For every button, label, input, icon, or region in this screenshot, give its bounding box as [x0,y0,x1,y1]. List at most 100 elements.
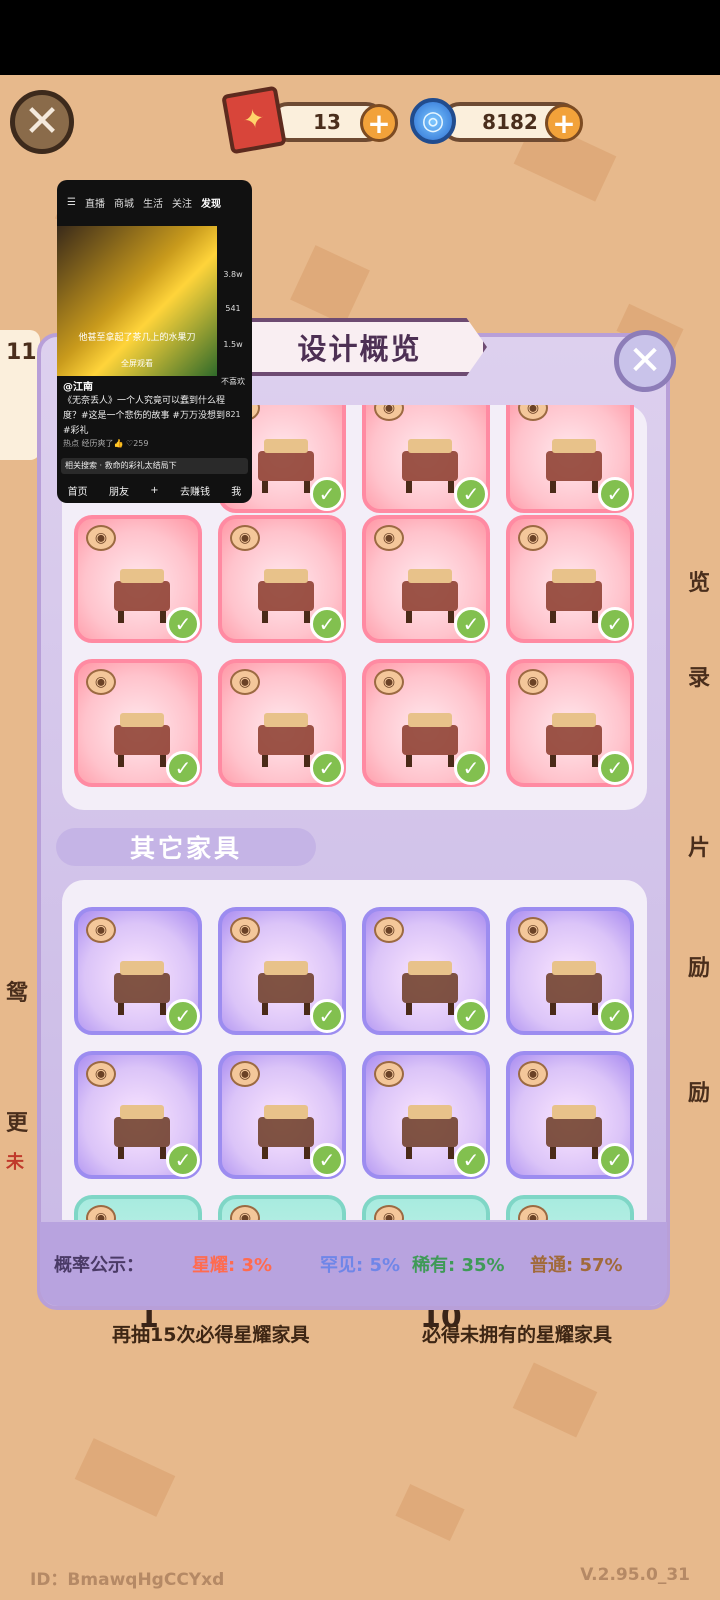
eye-icon[interactable]: ◉ [518,669,548,695]
dislike-button[interactable]: 不喜欢 [218,376,248,387]
close-icon: ✕ [23,96,61,147]
background-label: 鸳 [6,981,29,1006]
probability-uncommon: 罕见: 5% [320,1255,401,1276]
eye-icon[interactable]: ◉ [230,917,260,943]
incense-stand-card[interactable]: ◉ ✓ [362,659,490,787]
paper-card[interactable]: ◉ [506,1195,634,1220]
lantern-card[interactable]: ◉ ✓ [506,1051,634,1179]
bonsai-card[interactable]: ◉ ✓ [506,659,634,787]
owned-check-icon: ✓ [310,751,344,785]
guarantee-hint: 必得未拥有的星耀家具 [422,1324,613,1346]
eye-icon[interactable]: ◉ [86,917,116,943]
comment-count[interactable]: 541 [218,304,248,313]
video-tab[interactable]: 生活 [143,195,163,210]
eye-icon[interactable]: ◉ [374,1205,404,1220]
item-scroll-area[interactable]: 其它家具 ◉✓◉✓◉✓◉✓◉✓◉✓◉✓◉✓◉✓◉✓◉✓◉✓◉✓◉✓◉✓◉✓◉✓◉… [40,405,667,1220]
eye-icon[interactable]: ◉ [374,917,404,943]
nav-add-button[interactable]: + [150,485,158,496]
video-tab[interactable]: 关注 [172,195,192,210]
probability-common: 普通: 57% [530,1255,623,1276]
background-number: 11 [6,340,37,365]
owned-check-icon: ✓ [454,751,488,785]
eye-icon[interactable]: ◉ [230,525,260,551]
nav-earn[interactable]: 去赚钱 [180,483,210,498]
ticket-icon: ✦ [221,85,287,155]
eye-icon[interactable]: ◉ [518,917,548,943]
probability-rare: 稀有: 35% [412,1255,505,1276]
add-gems-button[interactable]: + [545,104,583,142]
eye-icon[interactable]: ◉ [518,525,548,551]
railing-card[interactable]: ◉ ✓ [74,659,202,787]
eye-icon[interactable]: ◉ [518,405,548,421]
decorated-cabinet-card[interactable]: ◉ ✓ [218,1051,346,1179]
fullscreen-button[interactable]: 全屏观看 [57,358,217,369]
eye-icon[interactable]: ◉ [86,525,116,551]
lamp-stand-card[interactable]: ◉ ✓ [74,1051,202,1179]
eye-icon[interactable]: ◉ [230,1205,260,1220]
dialog-title: 设计概览 [297,332,422,366]
nav-friends[interactable]: 朋友 [109,483,129,498]
eye-icon[interactable]: ◉ [374,405,404,421]
dialog-close-button[interactable]: ✕ [614,330,676,392]
eye-icon[interactable]: ◉ [374,1061,404,1087]
video-description: 《无奈丢人》一个人究竟可以蠢到什么程度？#这是一个悲伤的故事 #万万没想到 #彩… [63,396,226,436]
video-caption: 他甚至拿起了茶几上的水果刀 [78,333,196,343]
background-label: 更 [6,1111,29,1136]
menu-icon[interactable]: ☰ [67,197,76,208]
video-tab[interactable]: 商城 [114,195,134,210]
tapestry-card[interactable]: ◉ ✓ [506,907,634,1035]
like-count[interactable]: 3.8w [218,270,248,279]
swing-card[interactable]: ◉ ✓ [362,405,490,513]
eye-icon[interactable]: ◉ [518,1205,548,1220]
background-label: 录 [687,666,710,691]
eye-icon[interactable]: ◉ [374,525,404,551]
owned-check-icon: ✓ [454,1143,488,1177]
eye-icon[interactable]: ◉ [374,669,404,695]
eye-icon[interactable]: ◉ [86,1205,116,1220]
eye-icon[interactable]: ◉ [230,1061,260,1087]
eye-icon[interactable]: ◉ [86,1061,116,1087]
background-label: 片 [687,836,710,861]
owned-check-icon: ✓ [310,1143,344,1177]
exit-button[interactable]: ✕ [10,90,74,154]
eye-icon[interactable]: ◉ [230,669,260,695]
background-label: 未 [6,1152,24,1173]
bed-card[interactable]: ◉ ✓ [74,515,202,643]
fox-card-2[interactable]: ◉ [218,1195,346,1220]
video-frame[interactable] [57,226,217,376]
owned-check-icon: ✓ [598,477,632,511]
bench-card[interactable]: ◉ ✓ [362,1051,490,1179]
owned-check-icon: ✓ [454,607,488,641]
video-tab[interactable]: 发现 [201,195,221,210]
eye-icon[interactable]: ◉ [518,1061,548,1087]
jade-discs-card[interactable]: ◉ ✓ [506,515,634,643]
probability-label: 概率公示： [54,1255,144,1276]
background-label: 励 [687,956,710,981]
stone-lantern-card[interactable]: ◉ ✓ [506,405,634,513]
video-author[interactable]: @江南 [63,378,93,393]
related-search[interactable]: 相关搜索 · 救命的彩礼太结局下 [61,458,248,474]
eye-icon[interactable]: ◉ [86,669,116,695]
favorite-count[interactable]: 1.5w [218,340,248,349]
dialog-title-banner: 设计概览 [232,318,487,376]
floating-video-window[interactable]: ☰ 直播 商城 生活 关注 发现 他甚至拿起了茶几上的水果刀 全屏观看 3.8w… [57,180,252,503]
background-label: 览 [687,571,710,596]
video-tab[interactable]: 直播 [85,195,105,210]
nav-me[interactable]: 我 [231,483,241,498]
long-table-card[interactable]: ◉ ✓ [218,515,346,643]
plum-window-card[interactable]: ◉ ✓ [362,515,490,643]
pity-hint: 再抽15次必得星耀家具 [112,1324,310,1346]
video-meta: 热点 经历爽了👍 ♡259 [63,439,149,448]
close-icon: ✕ [628,338,662,384]
fox-card-1[interactable]: ◉ [74,1195,202,1220]
nav-home[interactable]: 首页 [68,483,88,498]
food-platter-card[interactable]: ◉ ✓ [218,907,346,1035]
owned-check-icon: ✓ [598,1143,632,1177]
background-label: 励 [687,1081,710,1106]
mahjong-table-card[interactable]: ◉ ✓ [74,907,202,1035]
folding-screen-card[interactable]: ◉ ✓ [218,659,346,787]
player-id: ID：BmawqHgCCYxd [30,1570,225,1590]
fox-card-3[interactable]: ◉ [362,1195,490,1220]
drink-dispenser-card[interactable]: ◉ ✓ [362,907,490,1035]
add-tickets-button[interactable]: + [360,104,398,142]
